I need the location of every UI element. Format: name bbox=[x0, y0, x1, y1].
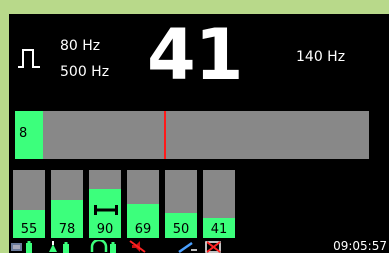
status-bar: 09:05:57 bbox=[9, 239, 389, 253]
target-frequency-label: 140 Hz bbox=[296, 49, 346, 65]
device-screen: 80 Hz 500 Hz 41 140 Hz 8 55 78 90 69 50 … bbox=[9, 14, 389, 253]
sensor-battery-icon bbox=[49, 241, 69, 253]
channel-bar-value: 90 bbox=[96, 222, 114, 237]
square-pulse-icon bbox=[18, 49, 40, 68]
sync-icon bbox=[178, 241, 197, 253]
high-frequency-label: 500 Hz bbox=[60, 64, 110, 80]
channel-bar-4[interactable]: 69 bbox=[127, 170, 159, 238]
alarm-off-icon bbox=[205, 241, 221, 253]
channel-bar-1[interactable]: 55 bbox=[13, 170, 45, 238]
channel-bar-6[interactable]: 41 bbox=[203, 170, 235, 238]
channel-bar-5[interactable]: 50 bbox=[165, 170, 197, 238]
channel-bar-value: 41 bbox=[210, 222, 228, 237]
channel-bar-value: 55 bbox=[20, 222, 38, 237]
channel-bar-3[interactable]: 90 bbox=[89, 170, 121, 238]
clock: 09:05:57 bbox=[333, 239, 387, 253]
level-threshold-marker bbox=[163, 111, 166, 159]
dumbbell-icon bbox=[94, 205, 118, 215]
level-meter: 8 bbox=[15, 111, 369, 159]
monitor-battery-icon bbox=[11, 241, 32, 253]
channel-bar-value: 69 bbox=[134, 222, 152, 237]
headset-battery-icon bbox=[90, 240, 116, 253]
level-meter-value: 8 bbox=[19, 126, 28, 141]
low-frequency-label: 80 Hz bbox=[60, 38, 101, 54]
channel-bar-2[interactable]: 78 bbox=[51, 170, 83, 238]
channel-bar-value: 78 bbox=[58, 222, 76, 237]
main-value-readout: 41 bbox=[147, 14, 243, 96]
channel-bar-value: 50 bbox=[172, 222, 190, 237]
muted-speaker-icon bbox=[129, 240, 146, 253]
